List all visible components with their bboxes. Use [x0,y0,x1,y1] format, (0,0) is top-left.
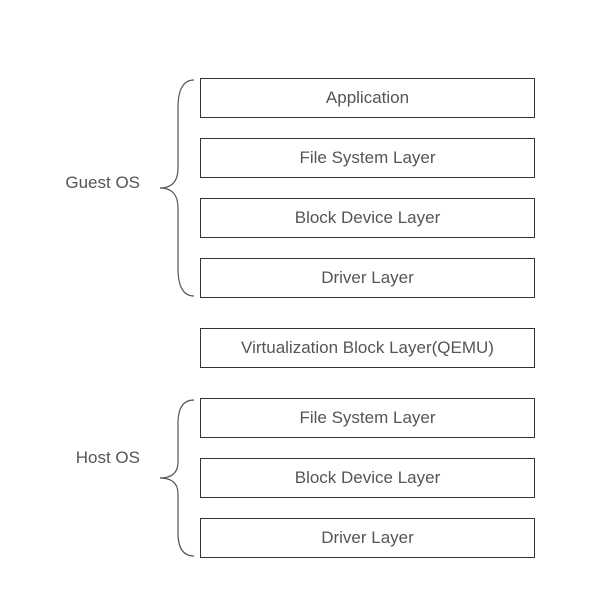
host-os-brace [154,398,198,558]
host-file-system-box: File System Layer [200,398,535,438]
guest-block-device-box: Block Device Layer [200,198,535,238]
guest-driver-box: Driver Layer [200,258,535,298]
host-block-device-box: Block Device Layer [200,458,535,498]
guest-file-system-box: File System Layer [200,138,535,178]
host-os-label: Host OS [60,448,140,468]
guest-os-brace [154,78,198,298]
host-driver-box: Driver Layer [200,518,535,558]
guest-os-label: Guest OS [60,173,140,193]
guest-application-box: Application [200,78,535,118]
layer-diagram: Guest OS Application File System Layer B… [0,0,600,596]
virtualization-layer-box: Virtualization Block Layer(QEMU) [200,328,535,368]
